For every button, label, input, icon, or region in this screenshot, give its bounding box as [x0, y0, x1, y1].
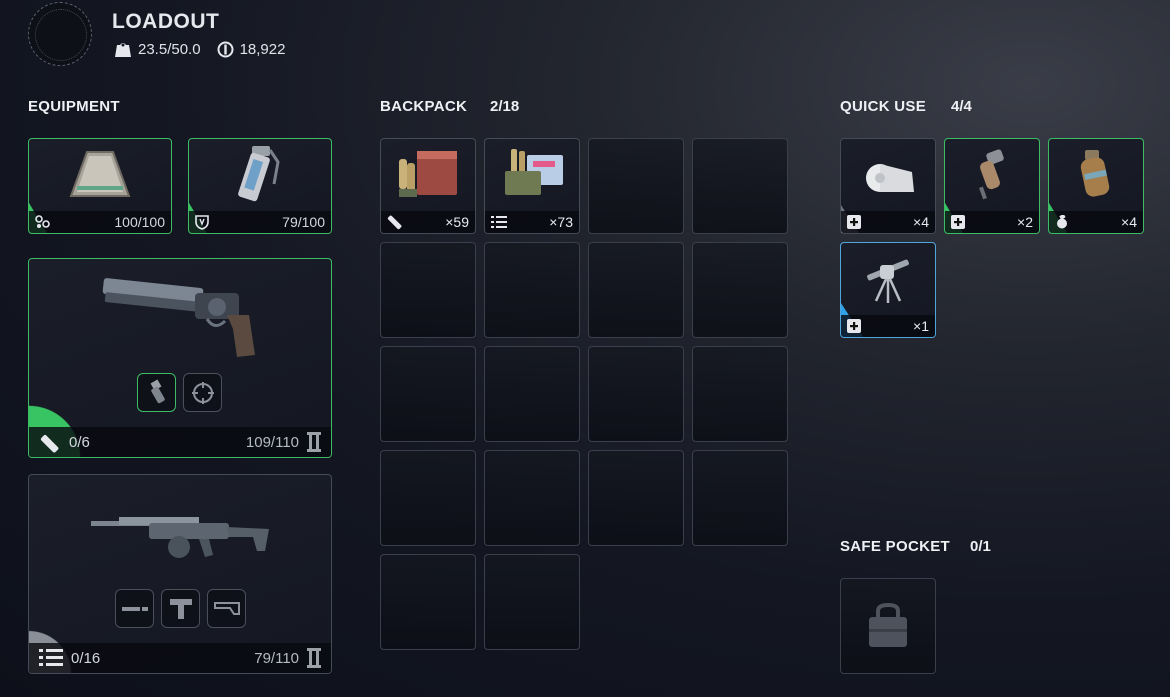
backpack-slot-8[interactable] [692, 242, 788, 338]
augment-value: 100/100 [114, 214, 165, 230]
weapon-2-durability: 79/110 [254, 649, 299, 667]
safe-pocket-slot[interactable] [840, 578, 936, 674]
equipment-title: EQUIPMENT [28, 98, 120, 115]
augment-bar: 100/100 [29, 211, 171, 233]
weapon-slot-1[interactable]: 0/6 109/110 [28, 258, 332, 458]
heavy-ammo-icon [387, 215, 402, 230]
backpack-slot-16[interactable] [692, 450, 788, 546]
rifle-art [89, 505, 279, 570]
light-ammo-icon [491, 216, 507, 228]
coin-icon [217, 41, 234, 58]
backpack-slot-10[interactable] [484, 346, 580, 442]
weapon-2-ammo: 0/16 [71, 649, 101, 667]
muzzle-attachment-icon [150, 379, 165, 403]
quick-use-slot-3-bar: ×4 [1049, 211, 1143, 233]
underbarrel-icon [169, 598, 192, 619]
quick-use-slot-4[interactable]: ×1 [840, 242, 936, 338]
grenade-art [1049, 139, 1143, 211]
weapon-1-bar: 0/6 109/110 [29, 427, 331, 457]
quick-use-slot-2-qty: ×2 [1017, 214, 1033, 230]
weapon-1-ammo: 0/6 [69, 433, 90, 451]
attachment-slot-3[interactable] [115, 589, 154, 628]
safe-pocket-art [841, 579, 935, 673]
shield-bar: 79/100 [189, 211, 331, 233]
backpack-slot-1-bar: ×59 [381, 211, 475, 233]
weight-value: 23.5/50.0 [138, 41, 201, 58]
medical-icon [847, 319, 861, 333]
weapon-2-bar: 0/16 79/110 [29, 643, 331, 673]
shield-value: 79/100 [282, 214, 325, 230]
backpack-slot-14[interactable] [484, 450, 580, 546]
backpack-slot-13[interactable] [380, 450, 476, 546]
augment-icon [35, 215, 50, 228]
backpack-slot-9[interactable] [380, 346, 476, 442]
medical-icon [951, 215, 965, 229]
safe-pocket-count: 0/1 [970, 538, 991, 555]
revolver-art [99, 271, 259, 366]
bandage-art [841, 139, 935, 211]
heavy-ammo-icon [40, 435, 59, 453]
weight-bag-icon [115, 43, 131, 57]
turret-art [841, 243, 935, 315]
backpack-slot-12[interactable] [692, 346, 788, 442]
backpack-slot-4[interactable] [692, 138, 788, 234]
tier-2-icon [307, 432, 321, 452]
light-ammo-icon [39, 649, 63, 666]
page-title: LOADOUT [112, 10, 220, 33]
quick-use-slot-3-qty: ×4 [1121, 214, 1137, 230]
backpack-slot-18[interactable] [484, 554, 580, 650]
backpack-slot-17[interactable] [380, 554, 476, 650]
weapon-slot-2[interactable]: 0/16 79/110 [28, 474, 332, 674]
quick-use-slot-1-bar: ×4 [841, 211, 935, 233]
quick-use-slot-1-qty: ×4 [913, 214, 929, 230]
sight-icon [191, 381, 214, 404]
quick-use-slot-2-bar: ×2 [945, 211, 1039, 233]
quick-use-slot-4-qty: ×1 [913, 318, 929, 334]
backpack-slot-11[interactable] [588, 346, 684, 442]
attachment-slot-5[interactable] [207, 589, 246, 628]
attachment-slot-2[interactable] [183, 373, 222, 412]
safe-pocket-title: SAFE POCKET [840, 538, 950, 555]
backpack-slot-1-qty: ×59 [445, 214, 469, 230]
quick-use-slot-1[interactable]: ×4 [840, 138, 936, 234]
tier-2-icon [307, 648, 321, 668]
backpack-slot-5[interactable] [380, 242, 476, 338]
stock-icon [213, 601, 240, 615]
loadout-stats: 23.5/50.0 18,922 [114, 41, 285, 58]
quick-use-count: 4/4 [951, 98, 972, 115]
light-ammo-box-art [485, 139, 579, 211]
backpack-slot-2-bar: ×73 [485, 211, 579, 233]
augment-art [29, 139, 171, 211]
shield-icon [195, 214, 209, 230]
barrel-attachment-icon [121, 606, 148, 611]
attachment-slot-1[interactable] [137, 373, 176, 412]
backpack-count: 2/18 [490, 98, 520, 115]
backpack-slot-3[interactable] [588, 138, 684, 234]
backpack-slot-1[interactable]: ×59 [380, 138, 476, 234]
grenade-badge-icon [1057, 215, 1067, 229]
weapon-1-durability: 109/110 [245, 433, 299, 451]
heavy-ammo-box-art [381, 139, 475, 211]
player-avatar[interactable] [28, 2, 92, 66]
backpack-slot-6[interactable] [484, 242, 580, 338]
augment-slot[interactable]: 100/100 [28, 138, 172, 234]
quick-use-slot-4-bar: ×1 [841, 315, 935, 337]
injector-art [945, 139, 1039, 211]
backpack-slot-2-qty: ×73 [549, 214, 573, 230]
backpack-slot-2[interactable]: ×73 [484, 138, 580, 234]
lock-icon [869, 603, 907, 647]
attachment-slot-4[interactable] [161, 589, 200, 628]
shield-art [189, 139, 331, 211]
quick-use-slot-2[interactable]: ×2 [944, 138, 1040, 234]
backpack-slot-7[interactable] [588, 242, 684, 338]
currency-value: 18,922 [239, 41, 286, 58]
medical-icon [847, 215, 861, 229]
quick-use-slot-3[interactable]: ×4 [1048, 138, 1144, 234]
backpack-slot-15[interactable] [588, 450, 684, 546]
quick-use-title: QUICK USE [840, 98, 927, 115]
shield-slot[interactable]: 79/100 [188, 138, 332, 234]
backpack-title: BACKPACK [380, 98, 468, 115]
